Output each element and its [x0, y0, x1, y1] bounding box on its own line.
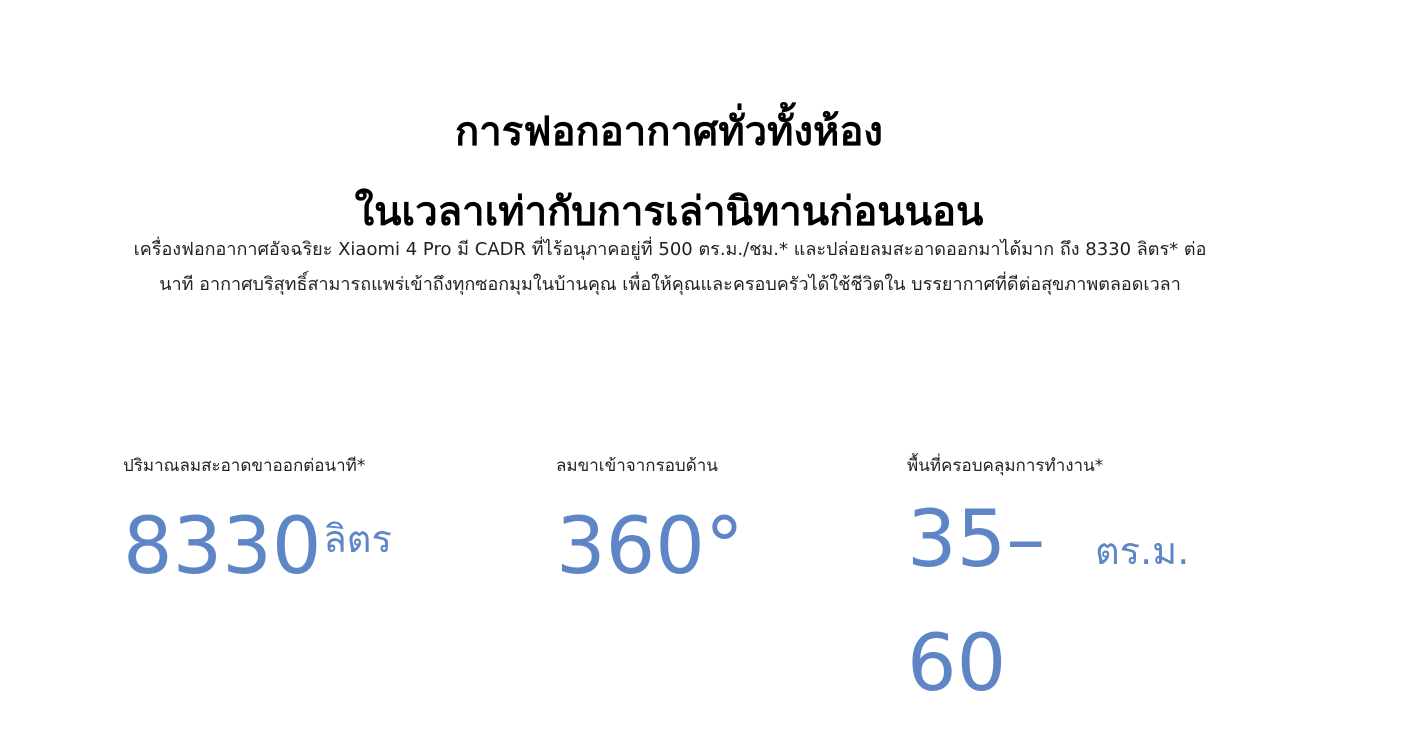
stat-value: 8330ลิตร: [123, 494, 523, 600]
section-description: เครื่องฟอกอากาศอัจฉริยะ Xiaomi 4 Pro มี …: [133, 239, 1207, 295]
stat-value: 360°: [556, 494, 876, 600]
stat-coverage-area: พื้นที่ครอบคลุมการทำงาน* 35–60 ตร.ม.: [907, 448, 1267, 726]
stat-label: ลมขาเข้าจากรอบด้าน: [556, 456, 718, 476]
stat-label: ปริมาณลมสะอาดขาออกต่อนาที*: [123, 456, 366, 476]
heading-line-1: การฟอกอากาศทั่วทั้งห้อง: [455, 109, 883, 155]
section-heading: การฟอกอากาศทั่วทั้งห้อง ในเวลาเท่ากับการ…: [0, 92, 1338, 252]
stat-number: 35–60: [907, 495, 1046, 709]
stat-unit: ตร.ม.: [1095, 529, 1190, 573]
stat-air-intake: ลมขาเข้าจากรอบด้าน 360°: [556, 448, 876, 600]
stat-number: 360°: [556, 502, 744, 592]
stat-unit: ลิตร: [323, 517, 392, 561]
stat-clean-air-output: ปริมาณลมสะอาดขาออกต่อนาที* 8330ลิตร: [123, 448, 523, 600]
stat-value: 35–60 ตร.ม.: [907, 494, 1267, 726]
stat-number: 8330: [123, 502, 322, 592]
